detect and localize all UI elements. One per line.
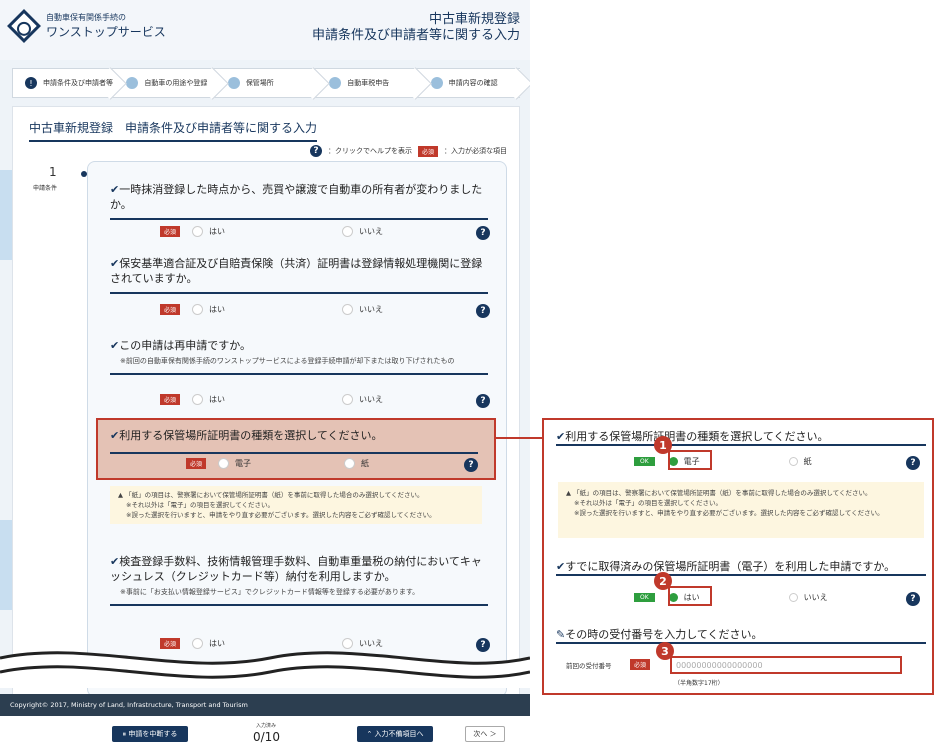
go-to-incomplete-button[interactable]: ⌃ 入力不備項目へ (357, 726, 433, 742)
help-icon[interactable]: ? (464, 458, 478, 472)
question-3: ✔この申請は再申請ですか。 ※前回の自動車保有関係手続のワンストップサービスによ… (110, 338, 488, 375)
header: 自動車保有関係手続の ワンストップサービス 中古車新規登録 申請条件及び申請者等… (0, 0, 530, 60)
next-button[interactable]: 次へ ＞ (465, 726, 505, 742)
option-yes[interactable]: はい (192, 225, 342, 237)
question-2: ✔保安基準適合証及び自賠責保険（共済）証明書は登録情報処理機関に登録されています… (110, 256, 488, 294)
help-icon[interactable]: ? (906, 592, 920, 606)
warning-box: ▲ 「紙」の項目は、警察署において保管場所証明書（紙）を事前に取得した場合のみ選… (110, 486, 482, 524)
receipt-number-input[interactable]: 00000000000000000 (670, 656, 902, 674)
receipt-number-label: 前回の受付番号 (566, 662, 612, 670)
check-icon: ✔ (110, 339, 120, 352)
app-window: 自動車保有関係手続の ワンストップサービス 中古車新規登録 申請条件及び申請者等… (0, 0, 530, 751)
edit-icon: ✎ (556, 628, 566, 641)
step-pending-icon (227, 77, 240, 89)
step-tax[interactable]: 自動車税申告 (317, 68, 419, 98)
page-cut-wave (0, 651, 530, 688)
answers-4: 必須 電子 紙 (186, 456, 494, 470)
callout-connector (496, 437, 542, 439)
required-tag: 必須 (630, 659, 651, 670)
form-panel: 中古車新規登録 申請条件及び申請者等に関する入力 ? ：クリックでヘルプを表示 … (12, 106, 520, 697)
question-1: ✔一時抹消登録した時点から、売買や譲渡で自動車の所有者が変わりましたか。 (110, 182, 488, 220)
step-pending-icon (430, 77, 443, 89)
highlight-box-1 (668, 450, 712, 470)
check-icon: ✔ (110, 555, 120, 568)
step-current-icon: ! (25, 77, 37, 89)
step-badge-2: 2 (654, 572, 672, 590)
progress-steps: ! 申請条件及び申請者等 自動車の用途や登録 保管場所 自動車税申告 申請内容の… (12, 68, 521, 98)
check-icon: ✔ (110, 257, 120, 270)
zoom-callout: ✔利用する保管場所証明書の種類を選択してください。 OK 電子 紙 1 ? ▲ … (542, 418, 934, 695)
answers-1: 必須 はい いいえ (160, 224, 492, 238)
answers-3: 必須 はい いいえ (160, 392, 492, 406)
logo-subtitle: 自動車保有関係手続の (46, 13, 126, 22)
step-pending-icon (329, 77, 342, 89)
bottom-toolbar: ⏸ 申請を中断する 入力済み 0/10 ⌃ 入力不備項目へ 次へ ＞ (0, 716, 530, 751)
ok-tag: OK (634, 592, 655, 602)
legend: ? ：クリックでヘルプを表示 必須 ：入力が必須な項目 (309, 145, 507, 157)
step-conditions[interactable]: ! 申請条件及び申請者等 (12, 68, 115, 98)
step-badge-1: 1 (654, 436, 672, 454)
counter-label: 入力済み (256, 723, 277, 729)
option-no[interactable]: いいえ (342, 393, 492, 405)
help-icon: ? (309, 145, 322, 157)
annotated-screenshot: 自動車保有関係手続の ワンストップサービス 中古車新規登録 申請条件及び申請者等… (0, 0, 938, 751)
help-icon[interactable]: ? (906, 456, 920, 470)
step-badge-3: 3 (656, 642, 674, 660)
step-vehicle-use[interactable]: 自動車の用途や登録 (114, 68, 216, 98)
help-icon[interactable]: ? (476, 304, 490, 318)
arrow-up-icon: ⌃ (366, 730, 375, 738)
zoom-warning-box: ▲ 「紙」の項目は、警察署において保管場所証明書（紙）を事前に取得した場合のみ選… (558, 482, 924, 538)
step-storage[interactable]: 保管場所 (215, 68, 318, 98)
answers-2: 必須 はい いいえ (160, 302, 492, 316)
help-icon[interactable]: ? (476, 226, 490, 240)
help-icon[interactable]: ? (476, 394, 490, 408)
check-icon: ✔ (110, 183, 120, 196)
input-counter: 0/10 (253, 730, 280, 744)
input-hint: （半角数字17桁） (674, 680, 724, 687)
option-yes[interactable]: はい (192, 303, 342, 315)
highlighted-question-4: ✔利用する保管場所証明書の種類を選択してください。 必須 電子 紙 ? (96, 418, 496, 480)
logo-title: ワンストップサービス (46, 25, 166, 39)
section-number: 1 (49, 165, 57, 179)
stop-application-button[interactable]: ⏸ 申請を中断する (112, 726, 188, 742)
step-confirm[interactable]: 申請内容の確認 (418, 68, 521, 98)
highlight-box-2 (668, 586, 712, 606)
check-icon: ✔ (556, 430, 566, 443)
check-icon: ✔ (556, 560, 566, 573)
question-5: ✔検査登録手数料、技術情報管理手数料、自動車重量税の納付においてキャッシュレス（… (110, 554, 488, 606)
page-heading: 中古車新規登録 申請条件及び申請者等に関する入力 (311, 12, 520, 43)
ok-tag: OK (634, 456, 655, 466)
check-icon: ✔ (110, 429, 120, 442)
required-tag: 必須 (417, 145, 438, 157)
panel-title: 中古車新規登録 申請条件及び申請者等に関する入力 (29, 119, 318, 142)
section-label: 申請条件 (33, 185, 58, 192)
copyright-bar: Copyright© 2017, Ministry of Land, Infra… (0, 694, 530, 716)
logo-icon (7, 9, 41, 43)
option-electronic[interactable]: 電子 (218, 457, 344, 469)
option-no[interactable]: いいえ (342, 225, 492, 237)
step-pending-icon (126, 77, 139, 89)
option-yes[interactable]: はい (192, 393, 342, 405)
option-no[interactable]: いいえ (342, 303, 492, 315)
